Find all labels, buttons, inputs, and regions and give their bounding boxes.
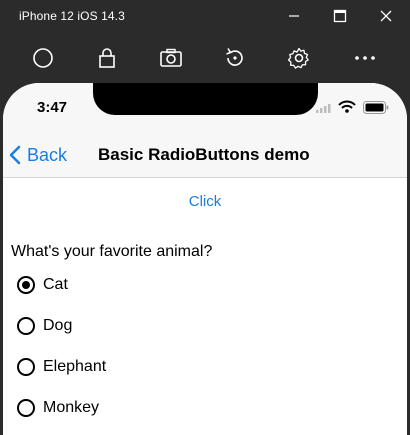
maximize-button[interactable] [318, 0, 364, 33]
radio-label: Dog [43, 317, 73, 334]
status-time: 3:47 [37, 99, 68, 116]
radio-option-dog[interactable]: Dog [17, 314, 72, 338]
radio-option-elephant[interactable]: Elephant [17, 355, 106, 379]
close-button[interactable] [364, 0, 410, 33]
radio-label: Elephant [43, 358, 107, 375]
click-button[interactable]: Click [3, 193, 407, 210]
wifi-icon [338, 100, 356, 113]
radio-unchecked-icon [17, 399, 35, 417]
radio-label: Monkey [43, 399, 100, 416]
simulator-title-bar: iPhone 12 iOS 14.3 [0, 0, 410, 33]
screenshot-button[interactable] [158, 45, 184, 71]
more-icon [355, 56, 375, 60]
minimize-icon [289, 15, 299, 17]
cellular-signal-icon [316, 104, 331, 113]
window-title: iPhone 12 iOS 14.3 [19, 9, 125, 23]
radio-checked-icon [17, 276, 35, 294]
radio-label: Cat [43, 276, 68, 293]
lock-button[interactable] [94, 45, 120, 71]
device-frame: 3:47 Back Basic RadioButtons demo Click … [0, 83, 410, 435]
minimize-button[interactable] [272, 0, 318, 33]
radio-option-monkey[interactable]: Monkey [17, 396, 99, 420]
home-icon [33, 48, 53, 68]
rotate-icon [226, 48, 243, 66]
back-button[interactable]: Back [9, 143, 67, 167]
back-label: Back [27, 144, 68, 165]
notch [93, 83, 318, 115]
status-bar: 3:47 [3, 83, 407, 133]
question-label: What's your favorite animal? [11, 243, 213, 260]
maximize-icon [333, 9, 347, 23]
chevron-left-icon [9, 145, 21, 165]
rotate-button[interactable] [222, 45, 248, 71]
more-button[interactable] [352, 45, 378, 71]
settings-button[interactable] [286, 45, 312, 71]
navigation-bar: Back Basic RadioButtons demo [3, 133, 407, 178]
home-button[interactable] [30, 45, 56, 71]
radio-unchecked-icon [17, 317, 35, 335]
lock-icon [99, 48, 115, 68]
device-screen: 3:47 Back Basic RadioButtons demo Click … [3, 83, 407, 435]
page-title: Basic RadioButtons demo [98, 145, 310, 164]
radio-unchecked-icon [17, 358, 35, 376]
radio-option-cat[interactable]: Cat [17, 273, 68, 297]
battery-icon [363, 101, 389, 114]
settings-icon [287, 47, 309, 69]
close-icon [380, 10, 392, 22]
simulator-toolbar [0, 33, 410, 83]
screenshot-icon [160, 48, 182, 67]
